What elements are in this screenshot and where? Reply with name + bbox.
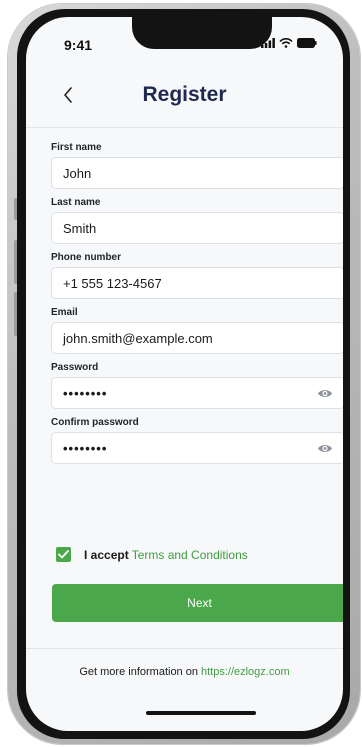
next-button[interactable]: Next <box>52 584 343 622</box>
footer-info: Get more information on https://ezlogz.co… <box>26 666 343 678</box>
email-label: Email <box>51 307 78 318</box>
check-icon <box>58 550 69 559</box>
password-input[interactable]: •••••••• <box>51 377 343 409</box>
confirm-password-label: Confirm password <box>51 417 139 428</box>
first-name-label: First name <box>51 142 102 153</box>
terms-prefix: I accept <box>84 547 129 562</box>
battery-icon <box>297 38 317 48</box>
phone-field: Phone number +1 555 123-4567 <box>51 251 343 299</box>
page-title: Register <box>142 83 227 106</box>
first-name-value: John <box>63 165 92 181</box>
confirm-password-input[interactable]: •••••••• <box>51 432 343 464</box>
app-screen: 9:41 Register First name John Last name … <box>26 17 343 731</box>
wifi-icon <box>279 38 293 48</box>
last-name-field: Last name Smith <box>51 196 343 244</box>
confirm-password-value: •••••••• <box>63 440 108 456</box>
first-name-field: First name John <box>51 141 343 189</box>
phone-label: Phone number <box>51 252 122 263</box>
email-value: john.smith@example.com <box>63 330 213 346</box>
last-name-label: Last name <box>51 197 101 208</box>
signal-icon <box>261 38 275 48</box>
eye-icon[interactable] <box>317 442 333 455</box>
register-form: First name John Last name Smith Phone nu… <box>51 141 343 471</box>
terms-text: I accept Terms and Conditions <box>84 548 248 562</box>
phone-input[interactable]: +1 555 123-4567 <box>51 267 343 299</box>
password-value: •••••••• <box>63 385 108 401</box>
footer-link[interactable]: https://ezlogz.com <box>201 666 290 678</box>
footer-text: Get more information on <box>79 666 198 678</box>
header-divider <box>26 127 343 128</box>
password-label: Password <box>51 362 99 373</box>
page-header: Register <box>26 75 343 129</box>
home-indicator[interactable] <box>146 711 256 715</box>
footer-divider <box>26 648 343 649</box>
device-notch <box>132 17 272 49</box>
password-field: Password •••••••• <box>51 361 343 409</box>
status-time: 9:41 <box>64 37 93 53</box>
last-name-value: Smith <box>63 220 97 236</box>
eye-icon[interactable] <box>317 387 333 400</box>
terms-row: I accept Terms and Conditions <box>56 547 248 562</box>
confirm-password-field: Confirm password •••••••• <box>51 416 343 464</box>
status-icons <box>261 38 317 48</box>
phone-value: +1 555 123-4567 <box>63 275 162 291</box>
email-input[interactable]: john.smith@example.com <box>51 322 343 354</box>
terms-checkbox[interactable] <box>56 547 71 562</box>
terms-link[interactable]: Terms and Conditions <box>132 548 248 562</box>
first-name-input[interactable]: John <box>51 157 343 189</box>
email-field: Email john.smith@example.com <box>51 306 343 354</box>
last-name-input[interactable]: Smith <box>51 212 343 244</box>
